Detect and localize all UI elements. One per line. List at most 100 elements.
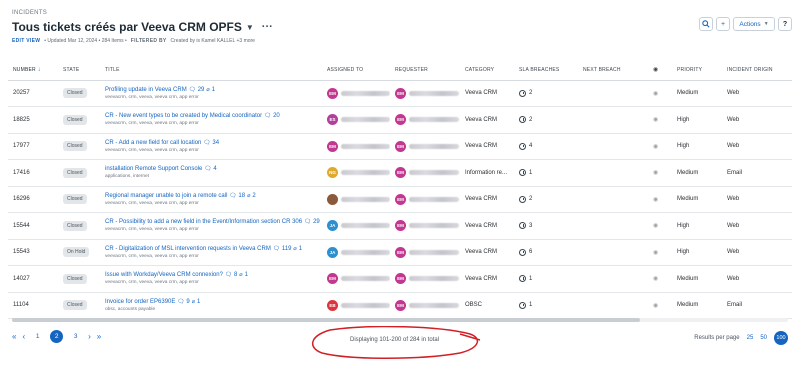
column-category[interactable]: CATEGORY [460,60,514,81]
visibility-cell: ◉ [648,159,672,187]
page-title[interactable]: Tous tickets créés par Veeva CRM OPFS [12,20,242,34]
eye-icon[interactable]: ◉ [653,250,658,256]
actions-button[interactable]: Actions ▼ [733,17,775,31]
column-incident-origin[interactable]: INCIDENT ORIGIN [722,60,792,81]
requester-cell: EM [390,106,460,134]
ticket-number[interactable]: 18825 [8,106,58,134]
eye-icon[interactable]: ◉ [653,170,658,176]
ticket-number[interactable]: 17977 [8,133,58,160]
column-number[interactable]: NUMBER ↓ [8,60,58,81]
table-row[interactable]: 15544 Closed CR - Possibility to add a n… [8,212,792,240]
first-page-icon[interactable]: « [12,332,16,341]
last-page-icon[interactable]: » [97,332,101,341]
eye-icon[interactable]: ◉ [653,303,658,309]
eye-icon[interactable]: ◉ [653,197,658,203]
redacted-name [341,302,390,308]
help-button[interactable]: ? [778,17,792,31]
avatar: EM [395,299,406,311]
pagination: « ‹ 1 2 3 › » [12,330,101,343]
priority-cell: High [672,133,722,160]
clock-icon [519,195,526,203]
redacted-name [409,302,459,308]
ticket-number[interactable]: 11104 [8,292,58,319]
origin-cell: Email [722,159,792,187]
next-breach-cell [578,159,648,187]
eye-icon[interactable]: ◉ [653,276,658,282]
next-breach-cell [578,239,648,266]
page-1[interactable]: 1 [31,330,44,343]
table-row[interactable]: 16296 Closed Regional manager unable to … [8,186,792,213]
title-cell: Profiling update in Veeva CRM 🗨 29 ⌀ 1 vee… [100,80,322,107]
column-title[interactable]: TITLE [100,60,322,81]
search-button[interactable] [699,17,713,31]
table-row[interactable]: 17977 Closed CR - Add a new field for ca… [8,133,792,160]
filter-text[interactable]: Created by is Kamel KALLEL +3 more [171,38,255,44]
ticket-title-link[interactable]: Profiling update in Veeva CRM [105,87,187,93]
edit-view-link[interactable]: EDIT VIEW [12,38,40,44]
ticket-number[interactable]: 20257 [8,80,58,107]
column-visibility[interactable]: ◉ [648,60,672,81]
table-row[interactable]: 15543 On Hold CR - Digitalization of MSL… [8,239,792,266]
eye-icon[interactable]: ◉ [653,91,658,97]
ticket-title-link[interactable]: Invoice for order EP6390E [105,299,175,305]
table-row[interactable]: 14027 Closed Issue with Workday/Veeva CR… [8,265,792,293]
add-button[interactable]: + [716,17,730,31]
table-row[interactable]: 18825 Closed CR - New event types to be … [8,106,792,134]
breadcrumb[interactable]: INCIDENTS [12,10,47,16]
prev-page-icon[interactable]: ‹ [22,332,25,341]
origin-cell: Web [722,265,792,293]
column-assigned-to[interactable]: ASSIGNED TO [322,60,390,81]
next-page-icon[interactable]: › [88,332,91,341]
title-cell: Issue with Workday/Veeva CRM connexion? … [100,265,322,293]
assigned-cell: JA [322,212,390,240]
ticket-title-link[interactable]: Issue with Workday/Veeva CRM connexion? [105,272,223,278]
avatar: EM [395,114,406,126]
page-size-50[interactable]: 50 [760,335,767,341]
redacted-name [409,276,459,282]
eye-icon[interactable]: ◉ [653,117,658,123]
table-row[interactable]: 11104 Closed Invoice for order EP6390E 🗨… [8,292,792,319]
column-state[interactable]: STATE [58,60,100,81]
ticket-title-link[interactable]: CR - Add a new field for call location [105,140,201,146]
ticket-number[interactable]: 16296 [8,186,58,213]
horizontal-scrollbar[interactable] [12,318,640,322]
comment-count: 20 [273,113,280,120]
eye-icon[interactable]: ◉ [653,144,658,150]
page-3[interactable]: 3 [69,330,82,343]
title-cell: CR - Digitalization of MSL intervention … [100,239,322,266]
page-2[interactable]: 2 [50,330,64,343]
column-sla-breaches[interactable]: SLA BREACHES [514,60,578,81]
ticket-title-link[interactable]: CR - Possibility to add a new field in t… [105,219,302,225]
table-row[interactable]: 17416 Closed installation Remote Support… [8,159,792,187]
ticket-title-link[interactable]: installation Remote Support Console [105,166,202,172]
column-priority[interactable]: PRIORITY [672,60,722,81]
eye-icon[interactable]: ◉ [653,223,658,229]
ticket-number[interactable]: 15544 [8,212,58,240]
column-next-breach[interactable]: NEXT BREACH [578,60,648,81]
clock-icon [519,142,526,150]
ticket-title-link[interactable]: CR - Digitalization of MSL intervention … [105,246,271,252]
clock-icon [519,222,526,230]
page-size-100[interactable]: 100 [774,331,788,345]
chevron-down-icon[interactable]: ▼ [246,23,254,32]
ticket-number[interactable]: 15543 [8,239,58,266]
assigned-cell: NG [322,159,390,187]
priority-cell: Medium [672,265,722,293]
redacted-name [341,117,390,123]
chevron-down-icon: ▼ [763,21,769,27]
ticket-title-link[interactable]: Regional manager unable to join a remote… [105,193,227,199]
origin-cell: Web [722,212,792,240]
avatar: EM [327,140,338,152]
column-requester[interactable]: REQUESTER [390,60,460,81]
redacted-name [341,90,390,96]
more-icon[interactable]: ··· [262,21,273,33]
comment-icon: 🗨 [224,272,232,279]
page-size-25[interactable]: 25 [747,335,754,341]
ticket-title-row: Invoice for order EP6390E 🗨 9 ⌀ 1 [105,299,322,305]
ticket-title-link[interactable]: CR - New event types to be created by Me… [105,113,262,119]
table-row[interactable]: 20257 Closed Profiling update in Veeva C… [8,80,792,107]
ticket-number[interactable]: 14027 [8,265,58,293]
ticket-number[interactable]: 17416 [8,159,58,187]
requester-cell: EM [390,159,460,187]
avatar: EM [395,87,406,99]
